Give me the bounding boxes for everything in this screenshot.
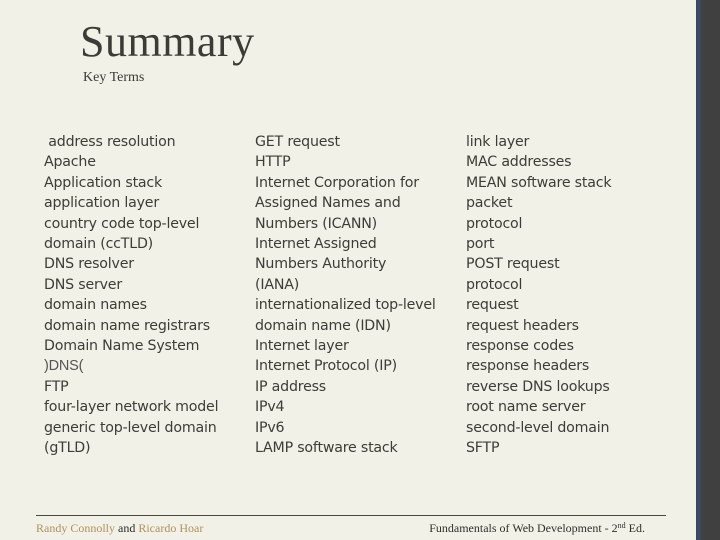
key-term: DNS server xyxy=(44,276,122,293)
key-term: second-level domain xyxy=(466,419,610,436)
slide: Summary Key Terms address resolution Apac… xyxy=(0,0,696,540)
key-term: country code top-level xyxy=(44,215,200,232)
key-term: Numbers Authority xyxy=(255,256,387,273)
key-term: port xyxy=(466,236,495,253)
key-term: POST request xyxy=(466,256,560,273)
key-term: protocol xyxy=(466,276,523,293)
key-term: reverse DNS lookups xyxy=(466,378,610,395)
footer-authors: Randy Connolly and Ricardo Hoar xyxy=(36,521,203,536)
footer-conjunction: and xyxy=(115,521,139,535)
key-term: IPv6 xyxy=(255,419,285,436)
terms-column-2: GET request HTTP Internet Corporation for A… xyxy=(255,132,436,459)
key-term: IP address xyxy=(255,378,326,395)
footer-book-name: Fundamentals of Web Development - 2 xyxy=(429,521,618,535)
footer-author-1: Randy Connolly xyxy=(36,521,116,535)
key-term: request headers xyxy=(466,317,579,334)
key-term: Internet layer xyxy=(255,338,349,355)
key-term: domain names xyxy=(44,297,147,314)
key-term: DNS resolver xyxy=(44,256,134,273)
key-term: MEAN software stack xyxy=(466,174,612,191)
key-term: GET request xyxy=(255,134,340,150)
key-term: domain name (IDN) xyxy=(255,317,391,334)
key-term: four-layer network model xyxy=(44,399,219,416)
key-term: domain (ccTLD) xyxy=(44,236,154,253)
key-term: generic top-level domain xyxy=(44,419,217,436)
footer-divider xyxy=(36,515,666,516)
key-term: FTP xyxy=(44,378,69,395)
key-term: protocol xyxy=(466,215,523,232)
key-term: Apache xyxy=(44,154,96,171)
key-term: Assigned Names and xyxy=(255,195,401,212)
key-term: (IANA) xyxy=(255,276,300,293)
key-term: (gTLD) xyxy=(44,440,91,457)
key-term: internationalized top-level xyxy=(255,297,436,314)
key-term: request xyxy=(466,297,519,314)
footer-author-2: Ricardo Hoar xyxy=(138,521,204,535)
key-term: domain name registrars xyxy=(44,317,210,334)
key-term: LAMP software stack xyxy=(255,440,398,457)
slide-title: Summary xyxy=(80,17,255,66)
footer-edition-suffix: Ed. xyxy=(625,521,645,535)
key-term: IPv4 xyxy=(255,399,285,416)
key-term: )DNS( xyxy=(44,358,84,375)
key-term: application layer xyxy=(44,195,159,212)
key-term: address resolution xyxy=(44,134,176,150)
key-term: Internet Protocol (IP) xyxy=(255,358,397,375)
key-term: link layer xyxy=(466,134,530,150)
slide-subtitle: Key Terms xyxy=(83,70,145,85)
terms-column-3: link layer MAC addresses MEAN software sta… xyxy=(466,132,612,459)
key-term: Internet Assigned xyxy=(255,236,377,253)
key-term: Domain Name System xyxy=(44,338,200,355)
key-term: Application stack xyxy=(44,174,163,191)
footer-book-title: Fundamentals of Web Development - 2nd Ed… xyxy=(429,521,645,536)
side-dark-bar xyxy=(702,0,720,540)
footer-edition-superscript: nd xyxy=(617,521,626,530)
key-term: response headers xyxy=(466,358,590,375)
terms-column-1: address resolution Apache Application stac… xyxy=(44,132,219,459)
key-term: response codes xyxy=(466,338,574,355)
key-term: packet xyxy=(466,195,513,212)
key-term: root name server xyxy=(466,399,586,416)
key-term: Internet Corporation for xyxy=(255,174,419,191)
key-term: SFTP xyxy=(466,440,500,457)
key-term: Numbers (ICANN) xyxy=(255,215,377,232)
key-term: HTTP xyxy=(255,154,291,171)
key-term: MAC addresses xyxy=(466,154,572,171)
